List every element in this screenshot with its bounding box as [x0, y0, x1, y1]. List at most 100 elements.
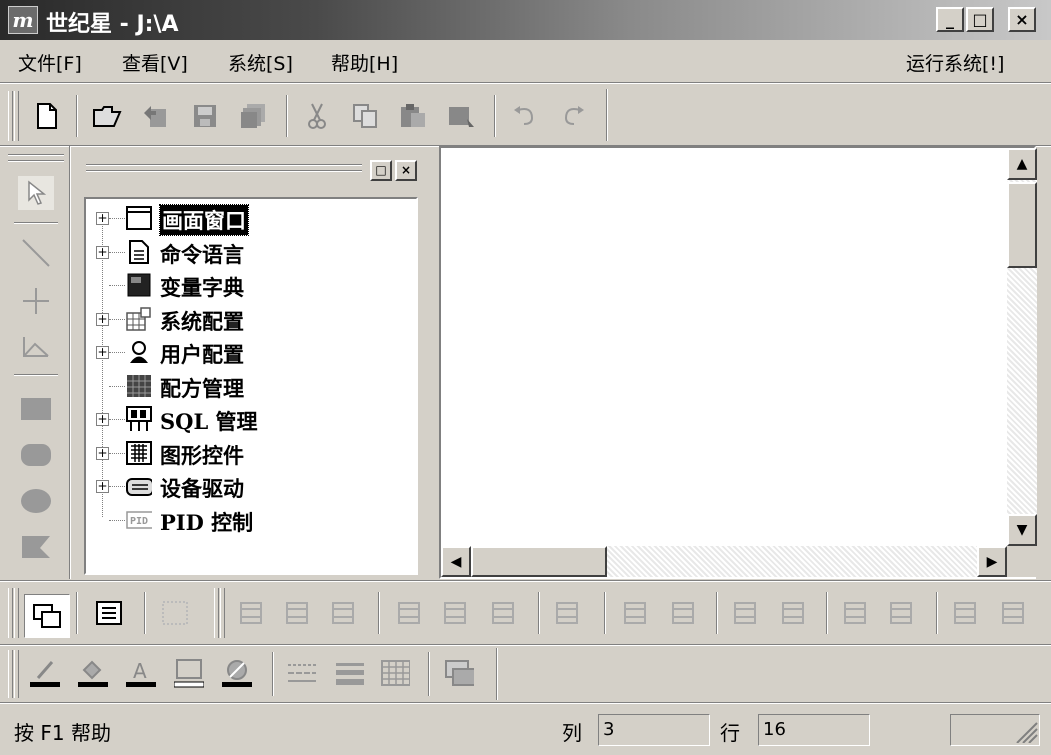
tree-item-label: PID 控制	[160, 509, 254, 535]
import-element-icon[interactable]	[950, 598, 980, 628]
expand-plus-icon[interactable]: +	[96, 480, 109, 493]
text-color-icon[interactable]: A	[126, 658, 156, 688]
tree-item[interactable]: PID PID 控制	[86, 504, 416, 536]
new-document-icon[interactable]	[32, 101, 62, 131]
close-button[interactable]: ×	[1008, 7, 1036, 32]
crosshair-tool[interactable]	[18, 284, 54, 318]
save-all-icon[interactable]	[238, 101, 268, 131]
cut-icon[interactable]	[302, 101, 332, 131]
tree-item[interactable]: + 用户配置	[86, 336, 416, 368]
toolbar-grip[interactable]	[214, 588, 219, 638]
line-color-icon[interactable]	[30, 658, 60, 688]
tool-grip[interactable]	[8, 160, 64, 162]
tool-grip[interactable]	[8, 154, 64, 156]
save-icon[interactable]	[190, 101, 220, 131]
line-width-icon[interactable]	[334, 658, 364, 688]
same-width-icon[interactable]	[840, 598, 870, 628]
expand-plus-icon[interactable]: +	[96, 245, 109, 259]
size-grip[interactable]	[950, 714, 1040, 746]
vertical-scrollbar[interactable]: ▲ ▼	[1007, 148, 1037, 546]
ellipse-tool[interactable]	[18, 484, 54, 518]
tree-item[interactable]: + 图形控件	[86, 437, 416, 469]
fill-color-icon[interactable]	[78, 658, 108, 688]
fill-pattern-icon[interactable]	[380, 658, 410, 688]
menu-view[interactable]: 查看[V]	[122, 49, 188, 76]
expand-plus-icon[interactable]: +	[96, 413, 109, 426]
toolbar-grip[interactable]	[8, 91, 13, 141]
same-height-icon[interactable]	[886, 598, 916, 628]
align-left-icon[interactable]	[236, 598, 266, 628]
open-folder-icon[interactable]	[92, 101, 122, 131]
send-backward-icon[interactable]	[668, 598, 698, 628]
horizontal-dots-icon[interactable]	[730, 598, 760, 628]
expand-plus-icon[interactable]: +	[96, 346, 109, 359]
tree-item[interactable]: + 设备驱动	[86, 470, 416, 502]
polyline-tool[interactable]	[18, 330, 54, 364]
horizontal-scrollbar[interactable]: ◀ ▶	[441, 546, 1007, 577]
window-view-button[interactable]	[24, 594, 70, 638]
scroll-down-button[interactable]: ▼	[1007, 514, 1037, 546]
import-icon[interactable]	[140, 101, 170, 131]
expand-plus-icon[interactable]: +	[96, 446, 109, 460]
tree-connector	[109, 385, 125, 387]
background-color-icon[interactable]	[174, 658, 204, 688]
layer-order-icon[interactable]	[444, 658, 474, 688]
undo-icon[interactable]	[510, 101, 540, 131]
vertical-dots-icon[interactable]	[778, 598, 808, 628]
rounded-rect-tool[interactable]	[18, 438, 54, 472]
tree-item[interactable]: 配方管理	[86, 370, 416, 402]
align-middle-icon[interactable]	[440, 598, 470, 628]
tree-item[interactable]: 变量字典	[86, 269, 416, 301]
tree-item[interactable]: + SQL 管理	[86, 403, 416, 435]
rectangle-tool[interactable]	[18, 392, 54, 426]
align-center-icon[interactable]	[282, 598, 312, 628]
scroll-right-button[interactable]: ▶	[977, 546, 1007, 577]
menu-system[interactable]: 系统[S]	[228, 49, 293, 76]
tree-item[interactable]: + 命令语言	[86, 236, 416, 268]
maximize-button[interactable]: □	[966, 7, 994, 32]
shadow-color-icon[interactable]	[222, 658, 252, 688]
redo-icon[interactable]	[558, 101, 588, 131]
toolbar-grip[interactable]	[220, 588, 225, 638]
scroll-left-button[interactable]: ◀	[441, 546, 471, 577]
toolbar-grip[interactable]	[8, 588, 13, 638]
menu-help[interactable]: 帮助[H]	[331, 49, 398, 76]
align-bottom-icon[interactable]	[488, 598, 518, 628]
tree-item[interactable]: + 系统配置	[86, 303, 416, 335]
horizontal-scroll-thumb[interactable]	[471, 546, 607, 577]
expand-plus-icon[interactable]: +	[96, 212, 109, 225]
toolbar-grip[interactable]	[14, 588, 19, 638]
drawing-canvas[interactable]: ▲ ▼ ◀ ▶	[439, 146, 1037, 579]
toolbar-grip[interactable]	[14, 91, 19, 141]
menu-run-system[interactable]: 运行系统[!]	[906, 49, 1004, 76]
paste-icon[interactable]	[398, 101, 428, 131]
pointer-tool[interactable]	[18, 176, 54, 210]
toolbar-separator	[826, 592, 828, 634]
minimize-button[interactable]: _	[936, 7, 964, 32]
toolbar-grip[interactable]	[14, 650, 19, 698]
grid-dots-icon[interactable]	[160, 598, 190, 628]
distribute-icon[interactable]	[552, 598, 582, 628]
user-icon	[126, 340, 152, 364]
panel-close-button[interactable]: ×	[395, 160, 417, 181]
scroll-up-button[interactable]: ▲	[1007, 148, 1037, 180]
vertical-scroll-thumb[interactable]	[1007, 182, 1037, 268]
panel-restore-button[interactable]: □	[370, 160, 392, 181]
polygon-tool[interactable]	[18, 530, 54, 564]
properties-icon[interactable]	[94, 598, 124, 628]
panel-grip[interactable]	[86, 164, 362, 172]
align-top-icon[interactable]	[394, 598, 424, 628]
menu-file[interactable]: 文件[F]	[18, 49, 82, 76]
copy-icon[interactable]	[350, 101, 380, 131]
toolbar-grip[interactable]	[8, 650, 13, 698]
export-element-icon[interactable]	[998, 598, 1028, 628]
line-tool[interactable]	[18, 236, 54, 270]
line-style-icon[interactable]	[286, 658, 316, 688]
tree-item[interactable]: + 画面窗口	[86, 202, 416, 236]
expand-plus-icon[interactable]: +	[96, 312, 109, 326]
toolbar-separator	[538, 592, 540, 634]
toolbar-end	[606, 89, 608, 141]
align-right-icon[interactable]	[328, 598, 358, 628]
delete-icon[interactable]	[446, 101, 476, 131]
bring-forward-icon[interactable]	[620, 598, 650, 628]
